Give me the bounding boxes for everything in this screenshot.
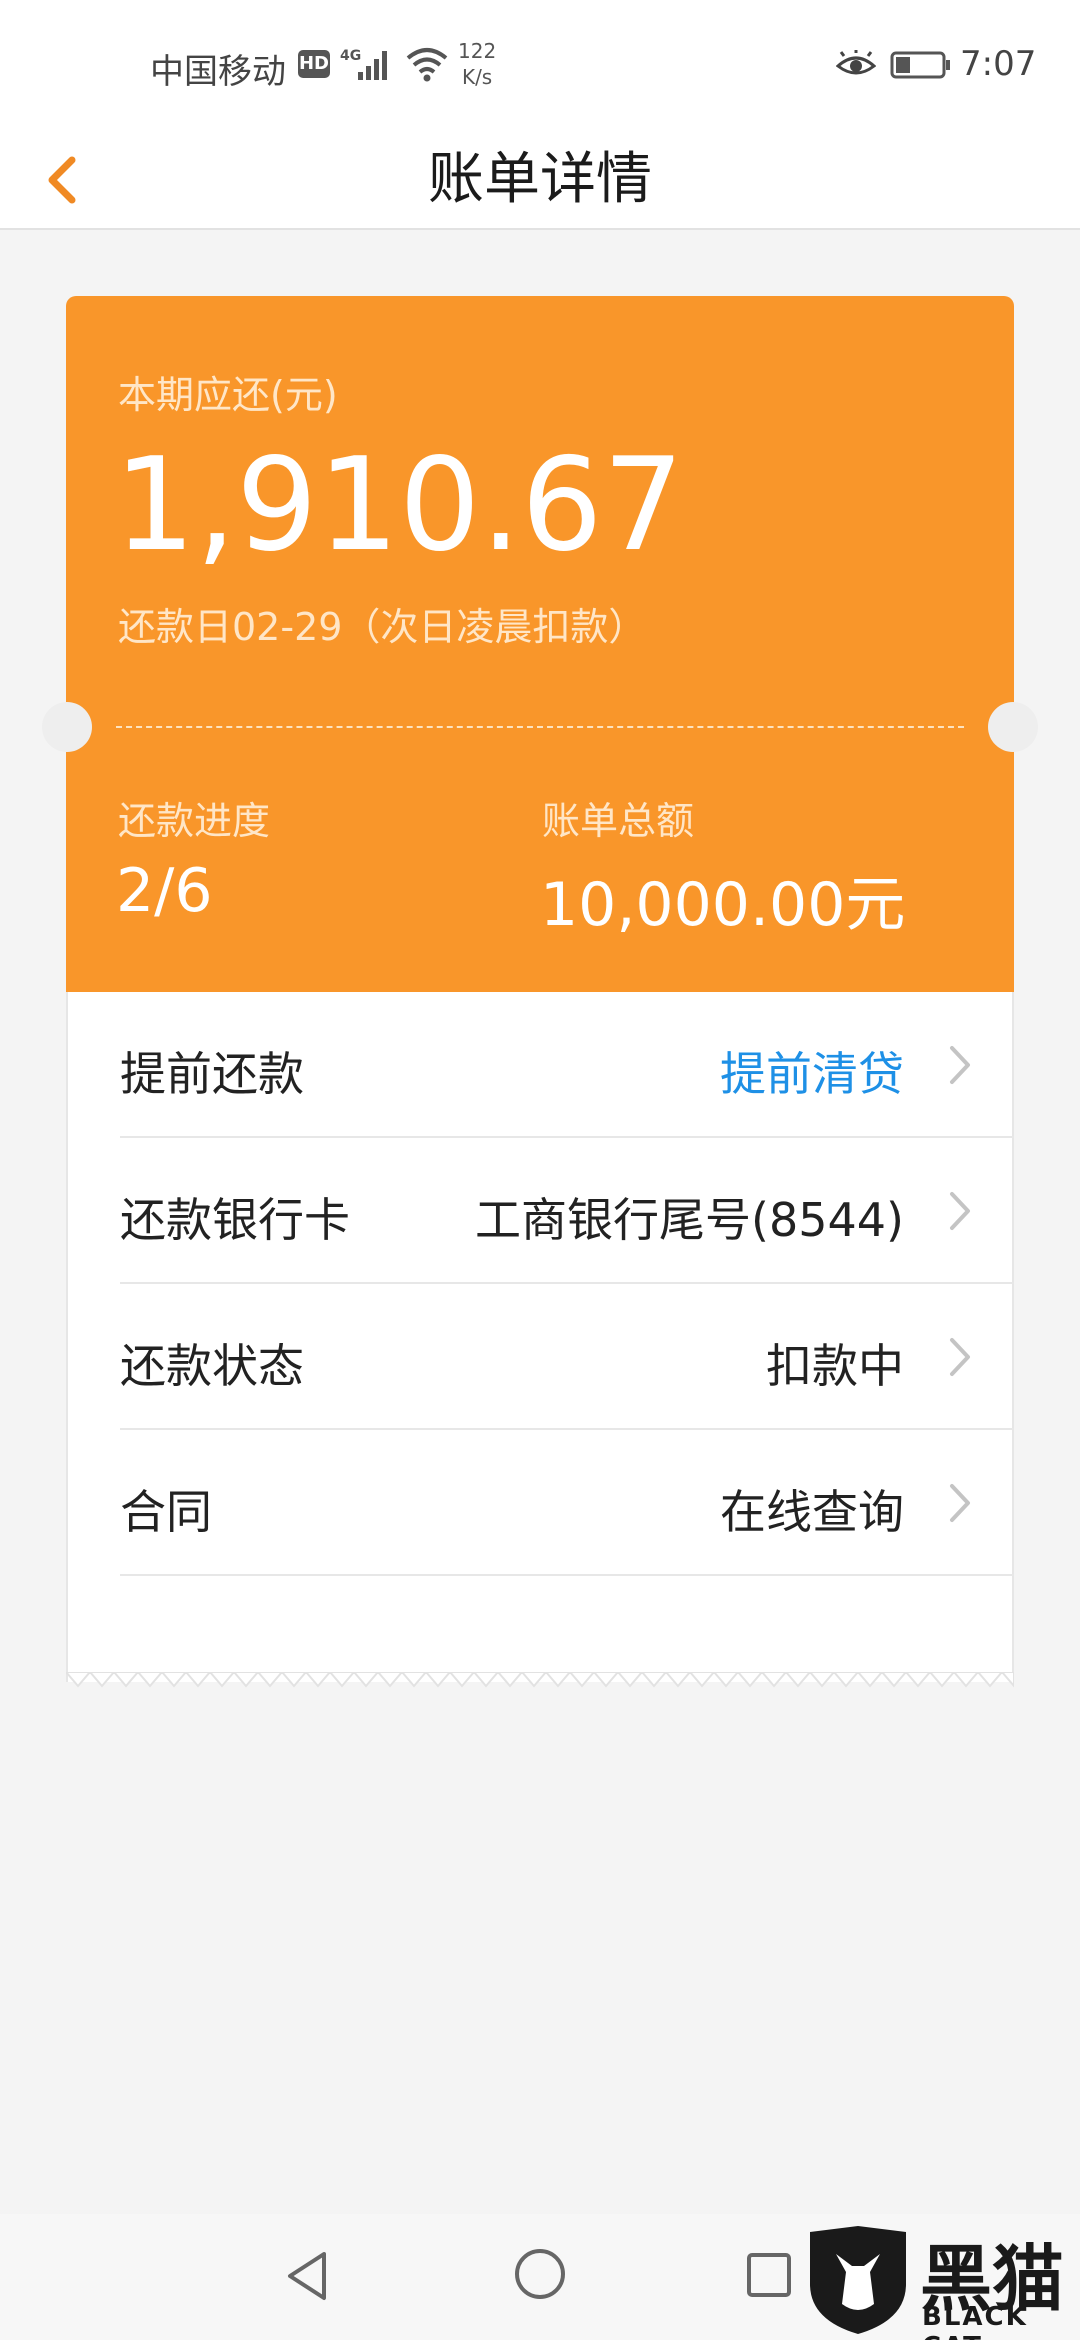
progress-label: 还款进度 <box>118 799 271 843</box>
row-repayment-status[interactable]: 还款状态 扣款中 <box>120 1284 1014 1430</box>
row-contract[interactable]: 合同 在线查询 <box>120 1430 1014 1576</box>
network-speed-value: 122 <box>458 39 497 63</box>
card-notch-right <box>988 702 1038 752</box>
hd-badge: HD <box>298 50 330 78</box>
app-header: 账单详情 <box>0 130 1080 230</box>
total-value: 10,000.00元 <box>540 870 906 940</box>
chevron-right-icon <box>950 1338 970 1376</box>
system-nav-bar <box>0 2214 1080 2340</box>
receipt-zigzag-edge <box>66 1672 1014 1688</box>
total-label: 账单总额 <box>542 799 695 843</box>
dashed-divider <box>116 726 964 728</box>
early-settle-link[interactable]: 提前清贷 <box>720 1038 904 1104</box>
network-speed: 122 K/s <box>458 38 496 90</box>
row-label: 还款状态 <box>120 1339 304 1393</box>
carrier-name: 中国移动 <box>150 52 286 92</box>
row-label: 提前还款 <box>120 1047 304 1101</box>
row-label: 合同 <box>120 1485 212 1539</box>
bill-detail-list: 提前还款 提前清贷 还款银行卡 工商银行尾号(8544) 还款状态 扣款中 合同… <box>66 992 1014 1682</box>
nav-home-icon[interactable] <box>512 2246 568 2302</box>
network-speed-unit: K/s <box>461 65 493 89</box>
chevron-right-icon <box>950 1046 970 1084</box>
black-cat-logo-icon <box>810 2226 906 2334</box>
due-amount: 1,910.67 <box>114 431 684 580</box>
clock: 7:07 <box>960 44 1037 84</box>
status-bar: 中国移动 HD 4G 122 K/s 7:07 <box>0 0 1080 130</box>
chevron-right-icon <box>950 1192 970 1230</box>
row-value: 在线查询 <box>720 1485 904 1539</box>
row-value: 工商银行尾号(8544) <box>475 1193 904 1247</box>
progress-value: 2/6 <box>116 856 213 926</box>
watermark-subtext: BLACK CAT <box>922 2302 1028 2340</box>
due-date: 还款日02-29（次日凌晨扣款） <box>118 605 647 649</box>
battery-icon <box>890 51 950 79</box>
nav-recent-apps-icon[interactable] <box>746 2252 792 2298</box>
wifi-icon <box>406 48 448 82</box>
bill-summary-card: 本期应还(元) 1,910.67 还款日02-29（次日凌晨扣款） 还款进度 2… <box>42 296 1038 992</box>
due-label: 本期应还(元) <box>118 373 338 417</box>
card-notch-left <box>42 702 92 752</box>
row-early-repayment[interactable]: 提前还款 提前清贷 <box>120 992 1014 1138</box>
row-value: 扣款中 <box>766 1339 904 1393</box>
page-title: 账单详情 <box>428 147 652 212</box>
network-type: 4G <box>340 48 361 64</box>
eye-comfort-icon <box>836 50 876 75</box>
row-label: 还款银行卡 <box>120 1193 350 1247</box>
nav-back-icon[interactable] <box>282 2248 332 2304</box>
row-bank-card[interactable]: 还款银行卡 工商银行尾号(8544) <box>120 1138 1014 1284</box>
cellular-signal-icon: 4G <box>340 48 387 80</box>
chevron-right-icon <box>950 1484 970 1522</box>
